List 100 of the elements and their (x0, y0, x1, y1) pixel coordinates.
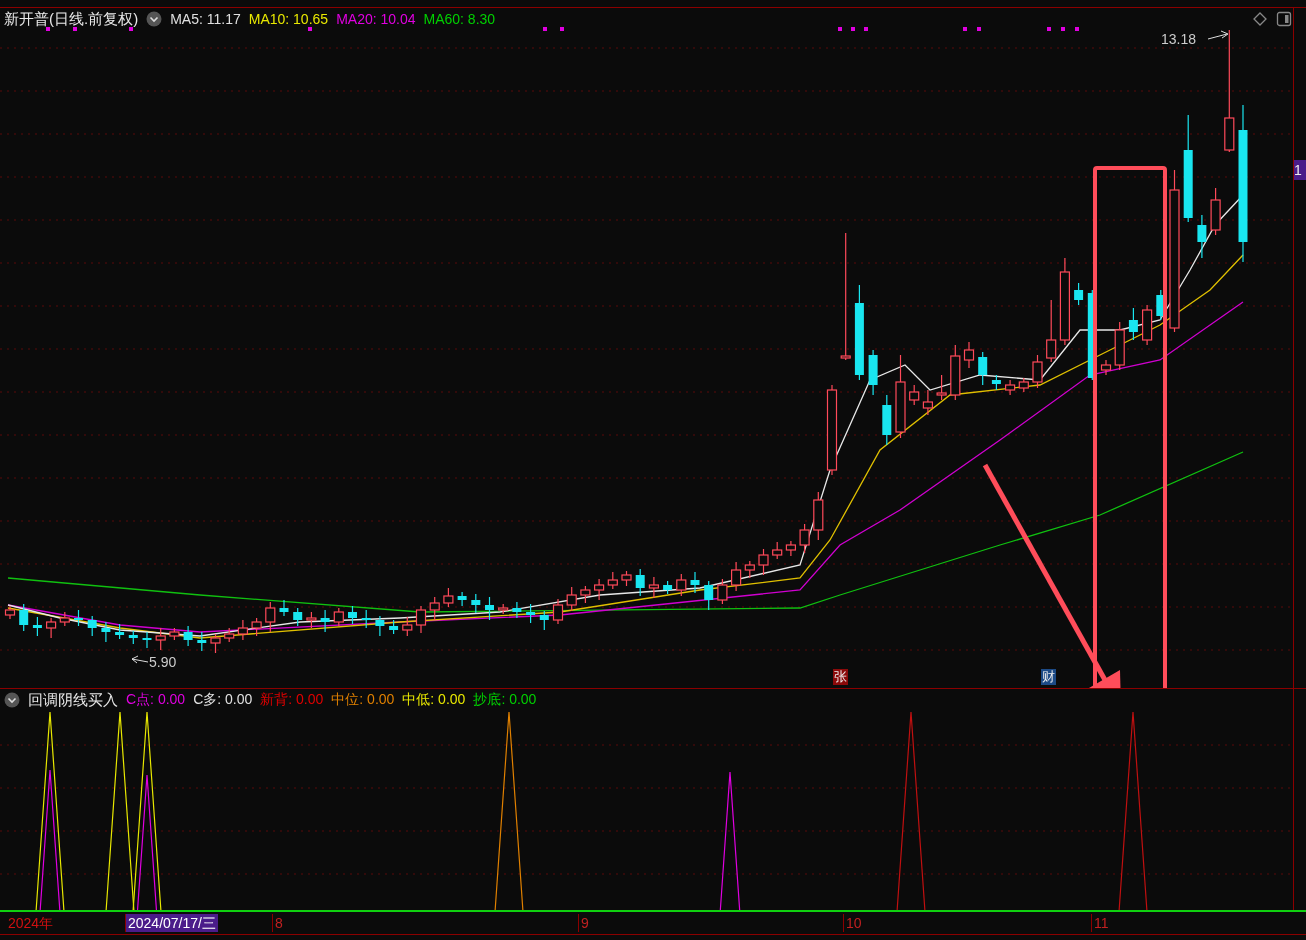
candlestick (87, 615, 97, 637)
candlestick (1197, 214, 1207, 259)
candlestick (1032, 354, 1043, 389)
candlestick (1074, 282, 1084, 306)
candlestick (1018, 377, 1029, 393)
pointer-arrow (131, 655, 149, 664)
axis-label: 8 (272, 914, 285, 932)
candlestick (155, 627, 166, 651)
candlestick (375, 615, 385, 637)
indicator-title: 回调阴线买入 (28, 690, 118, 710)
candlestick (429, 596, 440, 621)
indicator-value: MA10: 10.65 (248, 11, 329, 27)
indicator-value: 中低: 0.00 (402, 691, 466, 709)
candlestick (224, 627, 235, 643)
candlestick (580, 585, 591, 604)
candlestick (1005, 379, 1016, 396)
candlestick (922, 389, 933, 416)
candlestick (594, 578, 605, 601)
candlestick (320, 609, 330, 633)
axis-label: 10 (843, 914, 864, 932)
candlestick (279, 599, 289, 617)
candlestick (635, 568, 645, 597)
candlestick (950, 344, 961, 401)
axis-label: 9 (578, 914, 591, 932)
candlestick (868, 349, 878, 396)
candlestick (237, 619, 248, 641)
candlestick (46, 617, 57, 639)
candlestick (1142, 304, 1153, 346)
indicator-value: MA60: 8.30 (423, 11, 496, 27)
candlestick (443, 587, 454, 608)
diamond-icon[interactable] (1252, 11, 1268, 27)
indicator-value: MA5: 11.17 (170, 11, 241, 27)
candlestick (978, 351, 988, 386)
candlestick (32, 616, 42, 637)
chart-title: 新开普(日线.前复权) (4, 9, 139, 29)
candlestick (498, 603, 509, 615)
indicator-value: MA20: 10.04 (336, 11, 416, 27)
candlestick (265, 601, 276, 633)
indicator-value: C点: 0.00 (126, 691, 186, 709)
candlestick (936, 374, 947, 401)
indicator-value: 中位: 0.00 (331, 691, 395, 709)
candlestick (74, 609, 83, 627)
candlestick (457, 591, 467, 607)
candlestick (704, 580, 714, 611)
candlestick (621, 570, 632, 587)
candlestick (293, 607, 303, 627)
candlestick (785, 540, 796, 557)
candlestick (402, 616, 413, 637)
candlestick (607, 571, 618, 590)
candlestick (526, 603, 536, 624)
candlestick (142, 631, 152, 649)
candlestick (799, 523, 810, 554)
candlestick (744, 560, 755, 579)
candlestick (485, 596, 494, 621)
panel-icon[interactable] (1276, 11, 1292, 27)
candlestick (361, 609, 371, 629)
candlestick (115, 623, 125, 640)
price-label: 5.90 (149, 654, 177, 670)
candlestick (663, 580, 673, 595)
candlestick (758, 548, 769, 576)
candlestick (197, 631, 207, 652)
candlestick (772, 541, 783, 560)
candlestick (991, 374, 1001, 391)
candlestick (348, 605, 357, 625)
candlestick (333, 607, 344, 627)
candlestick (4, 605, 16, 620)
event-tag: 财 (1041, 669, 1056, 685)
candlestick (813, 491, 824, 541)
axis-label: 11 (1091, 914, 1111, 932)
pointer-arrow (1207, 30, 1229, 40)
candlestick (882, 394, 892, 446)
candlestick (909, 384, 920, 406)
candlestick (1210, 187, 1221, 236)
candlestick (512, 601, 522, 619)
candlestick (306, 611, 317, 629)
candlestick (1114, 321, 1125, 371)
candlestick (415, 605, 427, 634)
candlestick (963, 341, 975, 369)
cursor-date-label: 2024/07/17/三 (125, 914, 218, 932)
candlestick (183, 625, 193, 647)
candlestick (210, 633, 221, 654)
candlestick (169, 627, 180, 641)
axis-label: 2024年 (7, 914, 55, 932)
candlestick (648, 576, 659, 599)
indicator-value: 抄底: 0.00 (473, 691, 537, 709)
price-label: 13.18 (1161, 31, 1197, 47)
chevron-down-icon[interactable] (4, 692, 20, 708)
indicator-value: 新背: 0.00 (260, 691, 324, 709)
candlestick (59, 611, 70, 627)
chevron-down-icon[interactable] (146, 11, 163, 27)
event-tag: 张 (833, 669, 848, 685)
candlestick (1156, 289, 1166, 321)
candlestick (1128, 307, 1138, 341)
candlestick (251, 617, 262, 637)
indicator-value: C多: 0.00 (193, 691, 253, 709)
candlestick (389, 619, 399, 635)
candlestick (1100, 359, 1112, 376)
candlestick (676, 573, 687, 597)
candlestick (539, 610, 549, 631)
candlestick (731, 561, 742, 592)
